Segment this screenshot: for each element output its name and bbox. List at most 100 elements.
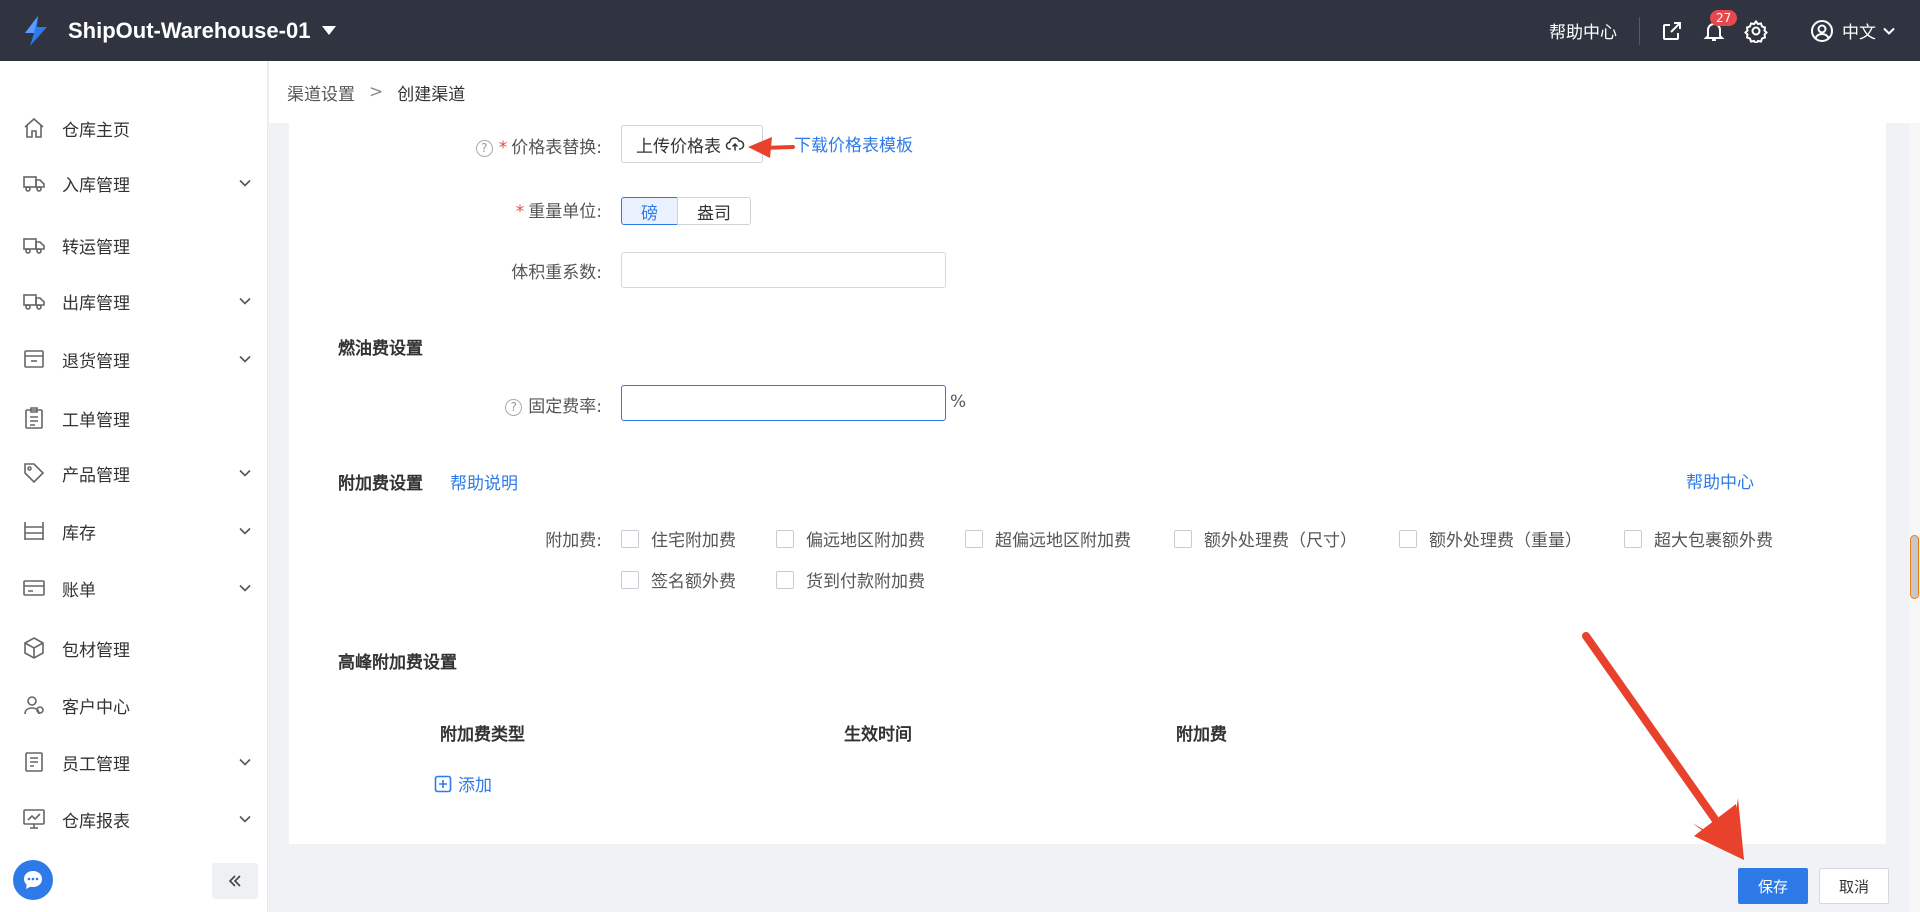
sidebar-item-outbound[interactable]: 出库管理 bbox=[0, 279, 268, 323]
surcharge-option-label: 住宅附加费 bbox=[651, 531, 736, 551]
app-logo-icon[interactable] bbox=[18, 13, 54, 49]
staff-icon bbox=[25, 752, 43, 772]
surcharge-help-link[interactable]: 帮助说明 bbox=[450, 469, 518, 494]
surcharge-option-label: 额外处理费（尺寸） bbox=[1204, 531, 1357, 551]
sidebar-item-warehouse-home[interactable]: 仓库主页 bbox=[0, 106, 268, 150]
surcharge-option-label: 签名额外费 bbox=[651, 572, 736, 592]
sidebar-item-reports[interactable]: 仓库报表 bbox=[0, 797, 268, 841]
percent-unit: % bbox=[950, 392, 967, 412]
warehouse-switch-dropdown-icon[interactable] bbox=[322, 26, 337, 35]
surcharge-option-label: 超大包裹额外费 bbox=[1654, 531, 1773, 551]
sidebar-item-label: 入库管理 bbox=[62, 175, 130, 196]
surcharge-checkbox-additional-handling-weight[interactable]: 额外处理费（重量） bbox=[1399, 526, 1582, 551]
sidebar-item-label: 出库管理 bbox=[62, 293, 130, 314]
sidebar-item-inventory[interactable]: 库存 bbox=[0, 509, 268, 553]
surcharge-label: 附加费: bbox=[545, 531, 602, 551]
chevron-down-icon bbox=[239, 815, 251, 823]
chevron-down-icon bbox=[239, 179, 251, 187]
surcharge-section-title: 附加费设置 bbox=[338, 474, 423, 494]
price-table-label: 价格表替换: bbox=[511, 138, 602, 158]
chat-support-button[interactable] bbox=[13, 860, 53, 900]
upload-price-table-button[interactable]: 上传价格表 bbox=[621, 125, 763, 163]
breadcrumb-create-channel: 创建渠道 bbox=[397, 84, 466, 105]
save-button[interactable]: 保存 bbox=[1738, 868, 1808, 904]
weight-unit-ounce-option[interactable]: 盎司 bbox=[677, 197, 751, 225]
sidebar-collapse-button[interactable] bbox=[212, 863, 258, 899]
top-bar: ShipOut-Warehouse-01 帮助中心 27 中文 bbox=[0, 0, 1920, 61]
sidebar-item-customers[interactable]: 客户中心 bbox=[0, 683, 268, 727]
notification-bell-icon[interactable]: 27 bbox=[1702, 9, 1738, 43]
page-scrollbar-track[interactable] bbox=[1909, 123, 1920, 912]
upload-button-label: 上传价格表 bbox=[636, 136, 721, 157]
fixed-rate-label-row: ? 固定费率: bbox=[480, 392, 602, 417]
table-header-surcharge-type: 附加费类型 bbox=[440, 725, 525, 745]
help-question-icon[interactable]: ? bbox=[505, 399, 523, 416]
customer-icon bbox=[24, 696, 44, 715]
form-card bbox=[289, 123, 1886, 844]
language-label: 中文 bbox=[1842, 23, 1876, 43]
sidebar-item-label: 工单管理 bbox=[62, 410, 130, 431]
add-button-label: 添加 bbox=[458, 776, 492, 796]
breadcrumb-channel-settings[interactable]: 渠道设置 bbox=[287, 80, 355, 105]
surcharge-option-label: 偏远地区附加费 bbox=[806, 531, 925, 551]
page-scrollbar-thumb[interactable] bbox=[1910, 535, 1919, 599]
fixed-rate-input[interactable] bbox=[621, 385, 946, 421]
surcharge-checkbox-cod[interactable]: 货到付款附加费 bbox=[776, 567, 925, 592]
sidebar-item-packaging[interactable]: 包材管理 bbox=[0, 626, 268, 670]
surcharge-checkbox-oversize[interactable]: 超大包裹额外费 bbox=[1624, 526, 1773, 551]
surcharge-option-label: 货到付款附加费 bbox=[806, 572, 925, 592]
table-header-surcharge: 附加费 bbox=[1176, 725, 1227, 745]
package-icon bbox=[24, 637, 44, 659]
sidebar-item-label: 账单 bbox=[62, 580, 96, 601]
notification-count-badge: 27 bbox=[1710, 9, 1738, 26]
surcharge-checkbox-signature[interactable]: 签名额外费 bbox=[621, 567, 736, 592]
surcharge-checkbox-additional-handling-size[interactable]: 额外处理费（尺寸） bbox=[1174, 526, 1357, 551]
checkbox-box bbox=[776, 570, 794, 589]
sidebar-item-staff[interactable]: 员工管理 bbox=[0, 740, 268, 784]
sidebar: 仓库主页 入库管理 转运管理 出库管理 退货管理 工单管理 产品管理 库存 账单 bbox=[0, 61, 268, 912]
checkbox-box bbox=[621, 570, 639, 589]
fuel-section-title: 燃油费设置 bbox=[338, 339, 423, 359]
sidebar-item-label: 包材管理 bbox=[62, 640, 130, 661]
chevron-down-icon bbox=[239, 355, 251, 363]
sidebar-item-inbound[interactable]: 入库管理 bbox=[0, 161, 268, 205]
sidebar-item-label: 退货管理 bbox=[62, 351, 130, 372]
chevron-down-icon bbox=[239, 584, 251, 592]
export-icon[interactable] bbox=[1660, 19, 1684, 43]
add-peak-surcharge-button[interactable]: 添加 bbox=[434, 771, 492, 796]
volume-factor-label: 体积重系数: bbox=[511, 263, 602, 283]
cloud-upload-icon bbox=[725, 137, 745, 151]
sidebar-item-work-orders[interactable]: 工单管理 bbox=[0, 396, 268, 440]
header-divider bbox=[1639, 16, 1640, 45]
fixed-rate-label: 固定费率: bbox=[528, 397, 602, 417]
sidebar-item-products[interactable]: 产品管理 bbox=[0, 451, 268, 495]
help-center-link[interactable]: 帮助中心 bbox=[1549, 18, 1617, 43]
plus-square-icon bbox=[434, 775, 452, 792]
checkbox-box bbox=[965, 529, 983, 548]
checkbox-box bbox=[1399, 529, 1417, 548]
volume-factor-input[interactable] bbox=[621, 252, 946, 288]
language-switcher[interactable]: 中文 bbox=[1810, 18, 1896, 43]
surcharge-checkbox-remote-area[interactable]: 偏远地区附加费 bbox=[776, 526, 925, 551]
settings-gear-icon[interactable] bbox=[1744, 19, 1768, 45]
surcharge-checkbox-extended-remote[interactable]: 超偏远地区附加费 bbox=[965, 526, 1131, 551]
help-center-link[interactable]: 帮助中心 bbox=[1686, 468, 1754, 493]
chevron-down-icon bbox=[239, 469, 251, 477]
checkbox-box bbox=[776, 529, 794, 548]
transfer-truck-icon bbox=[23, 238, 45, 254]
chat-bubble-icon bbox=[24, 871, 42, 889]
weight-unit-pound-option[interactable]: 磅 bbox=[621, 197, 678, 225]
surcharge-checkbox-residential[interactable]: 住宅附加费 bbox=[621, 526, 736, 551]
cancel-button[interactable]: 取消 bbox=[1819, 868, 1889, 904]
download-template-link[interactable]: 下载价格表模板 bbox=[794, 131, 913, 156]
checkbox-box bbox=[621, 529, 639, 548]
return-box-icon bbox=[24, 350, 44, 368]
help-question-icon[interactable]: ? bbox=[475, 140, 493, 157]
required-asterisk: * bbox=[498, 138, 508, 158]
warehouse-name[interactable]: ShipOut-Warehouse-01 bbox=[68, 18, 310, 44]
sidebar-item-transfer[interactable]: 转运管理 bbox=[0, 223, 268, 267]
sidebar-item-returns[interactable]: 退货管理 bbox=[0, 337, 268, 381]
sidebar-item-bills[interactable]: 账单 bbox=[0, 566, 268, 610]
chevron-down-icon bbox=[239, 758, 251, 766]
shelf-icon bbox=[24, 522, 44, 540]
